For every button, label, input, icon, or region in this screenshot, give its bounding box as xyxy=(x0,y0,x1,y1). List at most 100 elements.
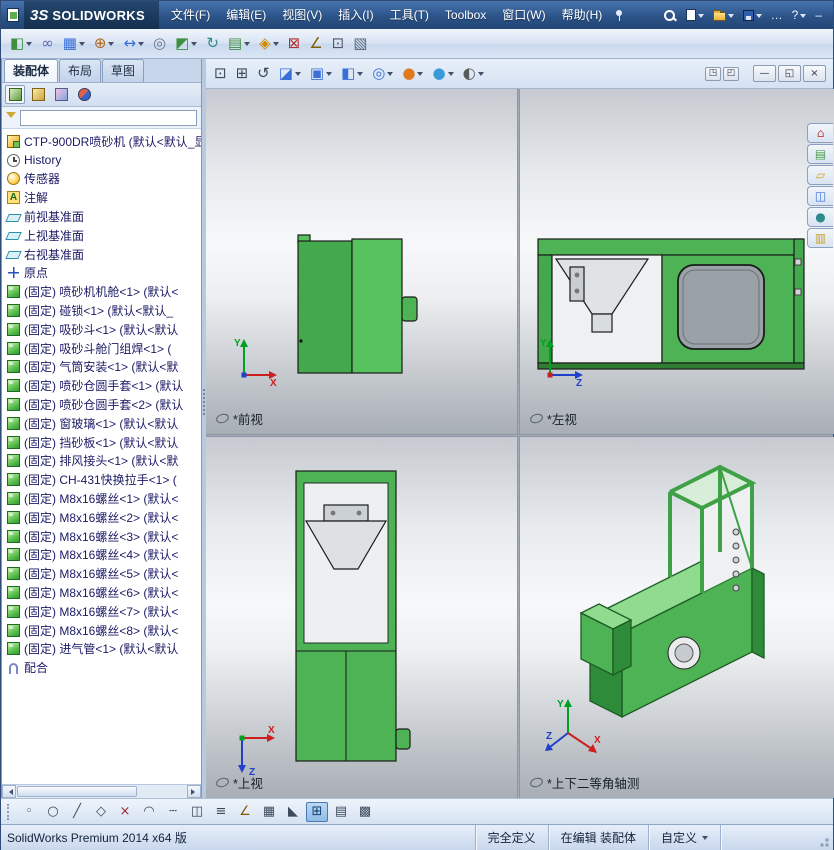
tree-item[interactable]: (固定) M8x16螺丝<5> (默认< xyxy=(2,564,201,583)
tree-item[interactable]: (固定) 喷砂仓圆手套<2> (默认 xyxy=(2,395,201,414)
tab-layout[interactable]: 布局 xyxy=(59,59,102,82)
tree-item[interactable]: 前视基准面 xyxy=(2,207,201,226)
pin-menu-icon[interactable] xyxy=(614,8,624,22)
toolbar-grip[interactable] xyxy=(7,803,10,820)
viewport-pane-top[interactable]: X Z *上视 xyxy=(206,437,517,798)
move-component-button[interactable]: ↔ xyxy=(119,32,148,56)
bill-of-materials-button[interactable]: ▤ xyxy=(224,32,254,56)
mass-properties-button[interactable]: ⊡ xyxy=(328,32,349,56)
scroll-right-button[interactable] xyxy=(187,785,201,798)
line-tool[interactable]: ╱ xyxy=(66,802,88,822)
exploded-view-button[interactable]: ◈ xyxy=(255,32,283,56)
tab-assembly[interactable]: 装配体 xyxy=(4,59,59,82)
tree-item[interactable]: (固定) 吸砂斗<1> (默认<默认 xyxy=(2,320,201,339)
tree-item[interactable]: (固定) M8x16螺丝<8> (默认< xyxy=(2,621,201,640)
menu-help[interactable]: 帮助(H) xyxy=(554,1,611,29)
menu-tools[interactable]: 工具(T) xyxy=(382,1,437,29)
tree-item[interactable]: CTP-900DR喷砂机 (默认<默认_显 xyxy=(2,132,201,151)
linear-sketch-pattern-tool[interactable]: ▦ xyxy=(258,802,280,822)
tree-horizontal-scrollbar[interactable] xyxy=(2,784,201,798)
open-document-button[interactable] xyxy=(710,5,737,25)
trim-entities-tool[interactable]: × xyxy=(114,802,136,822)
mirror-entities-tool[interactable]: ◫ xyxy=(186,802,208,822)
scroll-left-button[interactable] xyxy=(2,785,16,798)
menu-insert[interactable]: 插入(I) xyxy=(330,1,381,29)
tree-item[interactable]: (固定) M8x16螺丝<4> (默认< xyxy=(2,546,201,565)
circle-tool[interactable]: ○ xyxy=(42,802,64,822)
design-library-tab[interactable]: ▤ xyxy=(807,144,833,164)
centerline-tool[interactable]: ┄ xyxy=(162,802,184,822)
apply-scene-button[interactable]: ● xyxy=(428,62,457,86)
view-settings-button[interactable]: ◐ xyxy=(459,62,488,86)
tree-item[interactable]: (固定) 进气管<1> (默认<默认 xyxy=(2,640,201,659)
view-sheet-button[interactable]: ▤ xyxy=(330,802,352,822)
custom-properties-tab[interactable]: ▥ xyxy=(807,228,833,248)
customize-menu[interactable]: 自定义 xyxy=(647,825,720,850)
viewport-layout-button-2[interactable]: ◰ xyxy=(723,66,739,81)
file-explorer-tab[interactable]: ▱ xyxy=(807,165,833,185)
menu-toolbox[interactable]: Toolbox xyxy=(437,1,494,29)
smart-fasteners-button[interactable]: ⊕ xyxy=(90,32,119,56)
zoom-to-fit-button[interactable]: ⊡ xyxy=(210,62,231,86)
mate-button[interactable]: ∞ xyxy=(37,32,58,56)
collapse-menu-button[interactable]: – xyxy=(812,5,825,25)
tree-item[interactable]: (固定) 气筒安装<1> (默认<默 xyxy=(2,358,201,377)
previous-view-button[interactable]: ↺ xyxy=(253,62,274,86)
tree-item[interactable]: (固定) M8x16螺丝<6> (默认< xyxy=(2,583,201,602)
convert-entities-tool[interactable]: ◣ xyxy=(282,802,304,822)
solidworks-resources-tab[interactable]: ⌂ xyxy=(807,123,833,143)
viewport-pane-front[interactable]: Y X *前视 xyxy=(206,89,517,434)
tree-item[interactable]: (固定) M8x16螺丝<3> (默认< xyxy=(2,527,201,546)
close-document-button[interactable]: × xyxy=(803,65,826,82)
hide-show-items-button[interactable]: ◎ xyxy=(368,62,397,86)
zoom-to-area-button[interactable]: ⊞ xyxy=(232,62,253,86)
menu-window[interactable]: 窗口(W) xyxy=(494,1,553,29)
tree-item[interactable]: (固定) 碰锁<1> (默认<默认_ xyxy=(2,301,201,320)
minimize-document-button[interactable]: — xyxy=(753,65,776,82)
help-button[interactable]: ? xyxy=(789,5,810,25)
propertymanager-tab[interactable] xyxy=(28,85,48,104)
new-motion-study-button[interactable]: ↻ xyxy=(202,32,223,56)
filter-input[interactable] xyxy=(20,109,197,126)
tree-item[interactable]: (固定) 挡砂板<1> (默认<默认 xyxy=(2,433,201,452)
viewport-pane-left[interactable]: Y Z *左视 xyxy=(520,89,834,434)
tree-item[interactable]: 右视基准面 xyxy=(2,245,201,264)
linear-component-pattern-button[interactable]: ▦ xyxy=(59,32,89,56)
viewport-vertical-splitter[interactable] xyxy=(517,89,520,798)
point-tool[interactable]: ◦ xyxy=(18,802,40,822)
show-hidden-components-button[interactable]: ◎ xyxy=(149,32,170,56)
tree-item[interactable]: 配合 xyxy=(2,658,201,677)
appearances-scenes-tab[interactable]: ● xyxy=(807,207,833,227)
polygon-tool[interactable]: ◇ xyxy=(90,802,112,822)
tree-item[interactable]: (固定) 窗玻璃<1> (默认<默认 xyxy=(2,414,201,433)
tree-item[interactable]: 原点 xyxy=(2,264,201,283)
section-view-button[interactable]: ◪ xyxy=(275,62,305,86)
viewport-layout-button-1[interactable]: ◳ xyxy=(705,66,721,81)
tree-item[interactable]: 注解 xyxy=(2,188,201,207)
tree-item[interactable]: (固定) 排风接头<1> (默认<默 xyxy=(2,452,201,471)
configurationmanager-tab[interactable] xyxy=(51,85,71,104)
offset-entities-tool[interactable]: ≡ xyxy=(210,802,232,822)
new-document-button[interactable] xyxy=(683,5,707,25)
tree-item[interactable]: (固定) 喷砂机机舱<1> (默认< xyxy=(2,282,201,301)
scrollbar-thumb[interactable] xyxy=(17,786,137,797)
tab-sketch[interactable]: 草图 xyxy=(102,59,145,82)
save-button[interactable] xyxy=(740,5,765,25)
tree-item[interactable]: 上视基准面 xyxy=(2,226,201,245)
tree-item[interactable]: (固定) M8x16螺丝<2> (默认< xyxy=(2,508,201,527)
tree-item[interactable]: (固定) M8x16螺丝<7> (默认< xyxy=(2,602,201,621)
view-palette-tab[interactable]: ◫ xyxy=(807,186,833,206)
view-orientation-button[interactable]: ▣ xyxy=(306,62,336,86)
measure-button[interactable]: ∠ xyxy=(305,32,326,56)
assembly-features-button[interactable]: ◩ xyxy=(171,32,201,56)
four-view-viewport-button[interactable]: ⊞ xyxy=(306,801,328,822)
viewport-pane-isometric[interactable]: Y X Z *上下二等角轴测 xyxy=(520,437,834,798)
edit-appearance-button[interactable]: ● xyxy=(398,62,427,86)
search-button[interactable] xyxy=(659,5,680,25)
tree-item[interactable]: (固定) M8x16螺丝<1> (默认< xyxy=(2,489,201,508)
tree-item[interactable]: 传感器 xyxy=(2,170,201,189)
interference-detection-button[interactable]: ⊠ xyxy=(284,32,305,56)
menu-view[interactable]: 视图(V) xyxy=(274,1,330,29)
menu-edit[interactable]: 编辑(E) xyxy=(218,1,274,29)
grid-snap-button[interactable]: ▩ xyxy=(354,802,376,822)
